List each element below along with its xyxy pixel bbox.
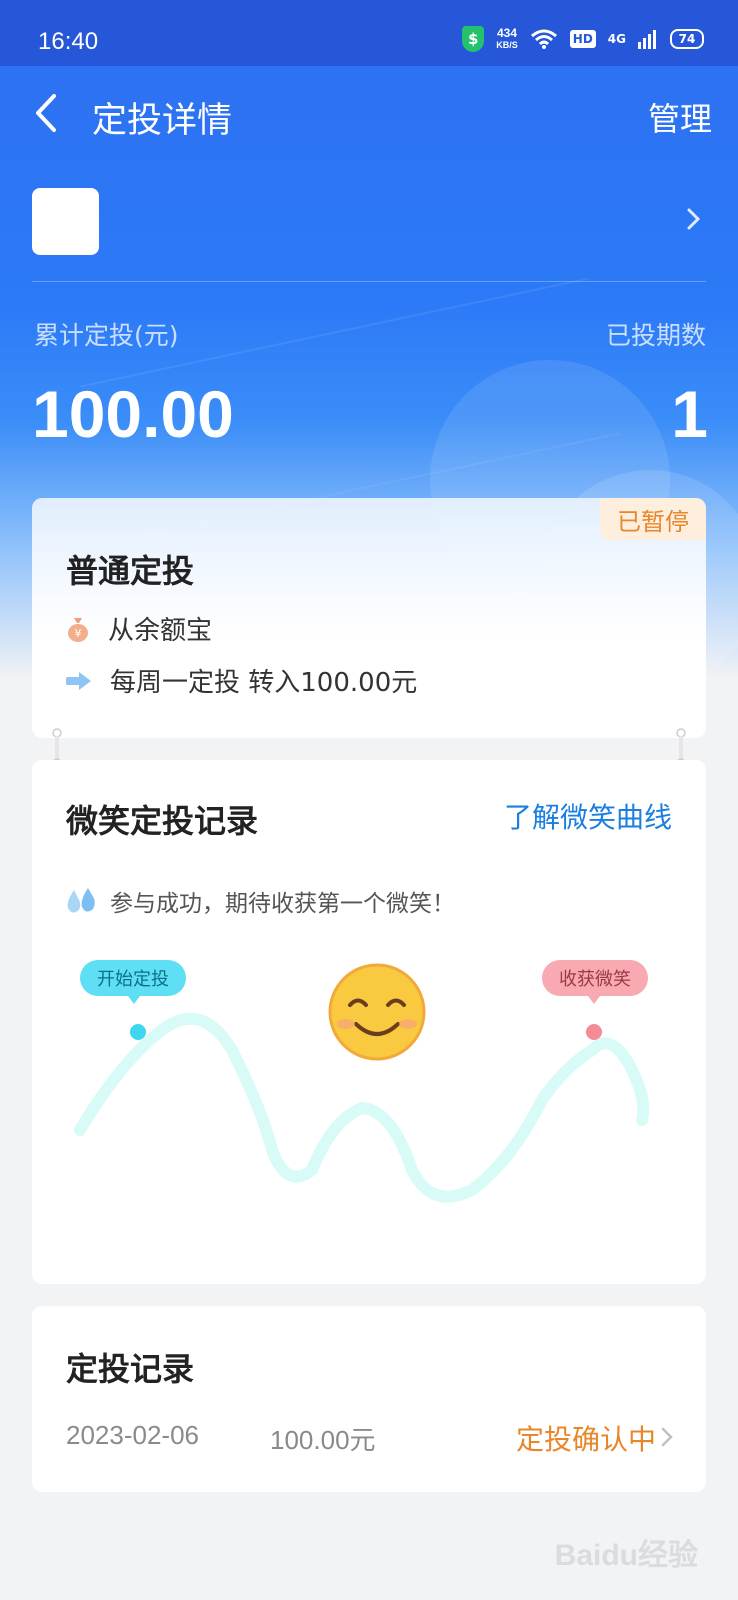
total-invested-value: 100.00 [32,377,234,451]
smile-tip-text: 参与成功，期待收获第一个微笑！ [110,891,455,917]
fund-row[interactable] [32,188,706,282]
plan-source-row: ¥ 从余额宝 [66,610,212,647]
investment-record-card: 定投记录 2023-02-06 100.00元 定投确认中 [32,1306,706,1492]
network-speed: 434 KB/S [496,27,518,51]
record-title: 定投记录 [66,1350,195,1388]
hd-badge: HD [569,30,596,48]
harvest-label-bubble: 收获微笑 [542,960,648,1004]
start-label-bubble: 开始定投 [80,960,186,1004]
network-speed-unit: KB/S [496,40,518,50]
chevron-right-icon[interactable] [660,1426,674,1448]
plan-card: 已暂停 普通定投 ¥ 从余额宝 每周一定投 转入100.00元 [32,498,706,738]
smile-tip-row: 参与成功，期待收获第一个微笑！ [64,884,455,918]
network-type: 4G [607,32,626,46]
plan-schedule-text: 每周一定投 转入100.00元 [110,668,418,698]
chevron-right-icon [687,208,701,230]
smile-record-card: 微笑定投记录 了解微笑曲线 参与成功，期待收获第一个微笑！ 开始定投 收获微笑 [32,760,706,1284]
fund-logo [32,188,99,255]
plan-type-title: 普通定投 [66,552,195,590]
security-shield-icon: $ [462,26,485,52]
water-drop-icon [67,888,95,913]
page-title: 定投详情 [92,101,233,141]
learn-smile-curve-link[interactable]: 了解微笑曲线 [504,796,672,836]
plan-schedule-row: 每周一定投 转入100.00元 [66,662,417,699]
signal-icon [638,30,656,49]
watermark-logo: Baidu经验 [554,1539,698,1572]
total-invested-label: 累计定投(元) [34,321,179,350]
periods-label: 已投期数 [605,321,706,350]
start-label-text: 开始定投 [97,969,169,990]
battery-indicator: 74 [670,29,704,49]
wifi-icon [530,29,557,49]
smile-curve: 开始定投 收获微笑 [74,960,650,1203]
record-amount: 100.00元 [270,1425,376,1455]
status-icons: $ 434 KB/S HD 4G 74 [462,26,704,52]
smile-record-title: 微笑定投记录 [66,802,259,840]
record-status[interactable]: 定投确认中 [516,1418,656,1458]
plan-source-text: 从余额宝 [108,616,213,646]
transfer-arrow-icon [66,671,91,690]
periods-value: 1 [671,377,708,451]
nav-bar: 定投详情 管理 [0,66,738,162]
harvest-label-text: 收获微笑 [559,969,631,990]
status-badge: 已暂停 [600,498,706,540]
back-arrow-icon[interactable] [30,90,70,136]
svg-text:¥: ¥ [75,627,82,640]
smile-emoji-icon [328,963,426,1061]
start-marker-dot [130,1024,146,1040]
money-bag-icon: ¥ [68,617,88,642]
harvest-marker-dot [586,1024,602,1040]
record-date: 2023-02-06 [66,1420,199,1450]
status-bar: 16:40 $ 434 KB/S HD 4G 74 [0,0,738,66]
status-time: 16:40 [38,28,99,55]
network-speed-value: 434 [497,26,518,40]
manage-button[interactable]: 管理 [648,94,712,140]
